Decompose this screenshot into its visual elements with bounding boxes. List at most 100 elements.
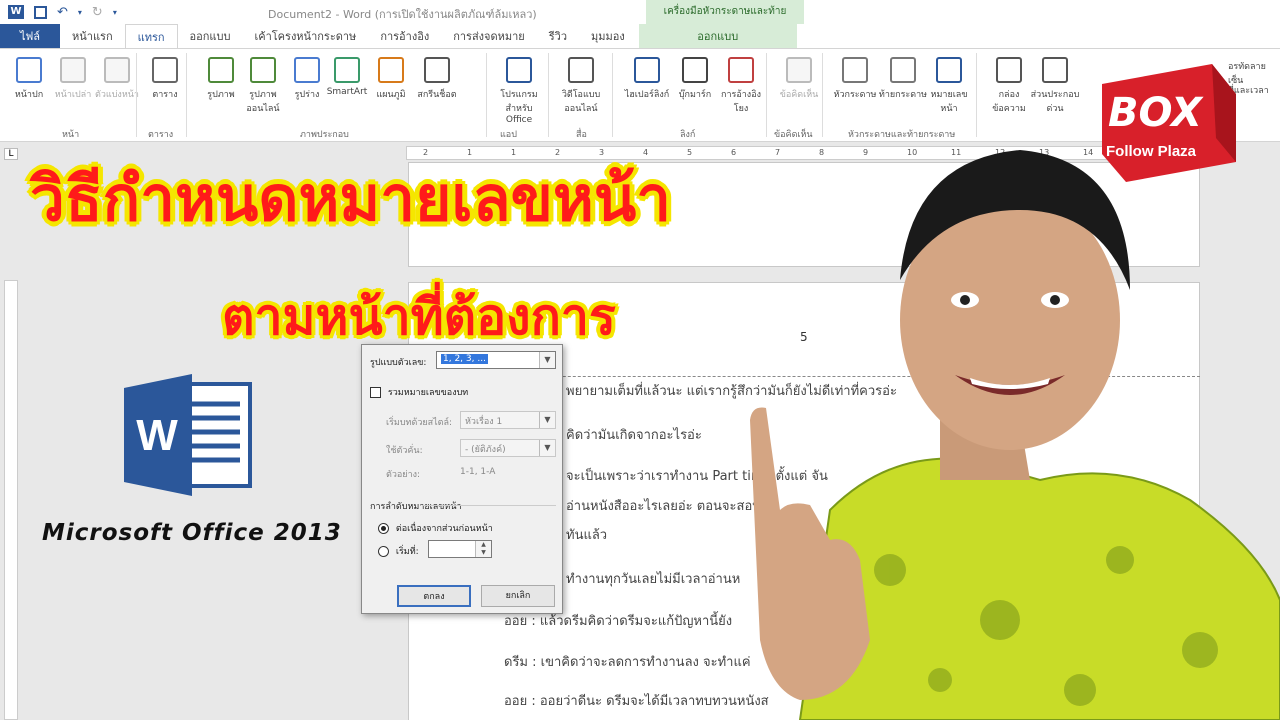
chapter-style-value: หัวเรื่อง 1 (465, 417, 503, 427)
title-bar: W ↶ ▾ ↻ ▾ Document2 - Word (การเปิดใช้งา… (0, 0, 1280, 41)
ribbon-button-header[interactable]: หัวกระดาษ (830, 49, 880, 101)
ribbon-button-blank-page[interactable]: หน้าเปล่า (48, 49, 98, 101)
cancel-button[interactable]: ยกเลิก (481, 585, 555, 607)
ribbon-button-online-picture[interactable]: รูปภาพออนไลน์ (238, 49, 288, 115)
chevron-down-icon[interactable]: ▼ (539, 352, 555, 368)
dropdown-icon[interactable]: ▾ (78, 8, 82, 17)
ribbon-button-label: บุ๊กมาร์ก (678, 90, 712, 100)
quick-access-toolbar: W ↶ ▾ ↻ ▾ (0, 5, 117, 20)
ribbon-button-cover-page[interactable]: หน้าปก (4, 49, 54, 101)
chevron-down-icon[interactable]: ▼ (539, 412, 555, 428)
ribbon-button-comment[interactable]: ข้อคิดเห็น (774, 49, 824, 101)
context-tab-header: เครื่องมือหัวกระดาษและท้ายกระดาษ (646, 0, 804, 41)
ribbon-button-office-apps[interactable]: โปรแกรมสำหรับ Office (494, 49, 544, 125)
ruler-tick-label: 5 (687, 148, 693, 157)
screenshot-icon (424, 57, 450, 83)
tab-references[interactable]: การอ้างอิง (368, 24, 441, 48)
ribbon-button-table[interactable]: ตาราง (140, 49, 190, 101)
ribbon-button-label: การอ้างอิงโยง (721, 90, 761, 114)
ribbon-button-label: ข้อคิดเห็น (779, 90, 819, 100)
document-text-line[interactable]: คิดว่ามันเกิดจากอะไรอ่ะ (566, 424, 702, 445)
ribbon-button-text-box[interactable]: กล่องข้อความ (984, 49, 1034, 115)
ribbon-button-chart[interactable]: แผนภูมิ (366, 49, 416, 101)
chapter-style-select[interactable]: หัวเรื่อง 1 ▼ (460, 411, 556, 429)
document-text-line[interactable]: ดรีม : เขาคิดว่าจะลดการทำงานลง จะทำแค่ (504, 651, 751, 672)
continue-label: ต่อเนื่องจากส่วนก่อนหน้า (395, 524, 493, 534)
page-number-format-dialog: รูปแบบตัวเลข: 1, 2, 3, ... ▼ รวมหมายเลขข… (361, 344, 563, 614)
start-at-spinner[interactable]: ▲ ▼ (428, 540, 492, 558)
continue-radio[interactable] (378, 523, 389, 534)
tab-home[interactable]: หน้าแรก (60, 24, 125, 48)
ribbon-button-quick-parts[interactable]: ส่วนประกอบด่วน (1030, 49, 1080, 115)
start-at-option[interactable]: เริ่มที่: (378, 544, 419, 558)
tab-view[interactable]: มุมมอง (579, 24, 637, 48)
document-text-line[interactable]: อ่านหนังสืออะไรเลยอ่ะ ตอนจะสอบ (566, 495, 761, 516)
tab-selector[interactable]: L (4, 148, 18, 160)
document-text-line[interactable]: ทำงานทุกวันเลยไม่มีเวลาอ่านห (566, 568, 740, 589)
vertical-ruler[interactable] (4, 280, 18, 720)
tab-header-footer-design[interactable]: ออกแบบ (638, 24, 797, 48)
include-chapter-label: รวมหมายเลขของบท (387, 388, 469, 398)
document-text-line[interactable]: ออย : ออยว่าดีนะ ดรีมจะได้มีเวลาทบทวนหนั… (504, 690, 769, 711)
customize-qat-icon[interactable]: ▾ (113, 8, 117, 17)
document-text-line[interactable]: ทันแล้ว (566, 524, 607, 545)
box-follow-plaza-logo: BOX Follow Plaza (1102, 64, 1236, 182)
section-divider (422, 505, 556, 506)
ribbon-button-hyperlink[interactable]: ไฮเปอร์ลิงก์ (622, 49, 672, 101)
follow-plaza-text: Follow Plaza (1106, 143, 1197, 160)
ribbon-group-label: สื่อ (576, 130, 587, 140)
ribbon-button-smartart[interactable]: SmartArt (322, 49, 372, 97)
save-icon[interactable] (34, 5, 47, 19)
ribbon-button-label: หน้าปก (14, 90, 44, 100)
ribbon-button-cross-reference[interactable]: การอ้างอิงโยง (716, 49, 766, 115)
ribbon-button-label: ส่วนประกอบด่วน (1030, 90, 1080, 114)
ribbon-button-label: กล่องข้อความ (992, 90, 1026, 114)
box-text: BOX (1108, 90, 1204, 136)
number-format-select[interactable]: 1, 2, 3, ... ▼ (436, 351, 556, 369)
cross-reference-icon (728, 57, 754, 83)
footer-icon (890, 57, 916, 83)
chevron-down-icon[interactable]: ▼ (539, 440, 555, 456)
ribbon-group-label: ลิงก์ (680, 130, 696, 140)
ribbon-separator (136, 53, 137, 137)
number-format-value: 1, 2, 3, ... (441, 354, 488, 364)
ribbon-button-label: หัวกระดาษ (833, 90, 877, 100)
separator-select[interactable]: - (ยัติภังค์) ▼ (460, 439, 556, 457)
word-app-icon[interactable]: W (8, 5, 24, 19)
tab-page-layout[interactable]: เค้าโครงหน้ากระดาษ (242, 24, 368, 48)
ribbon-button-label: รูปภาพออนไลน์ (246, 90, 280, 114)
page-break-icon (104, 57, 130, 83)
tab-file[interactable]: ไฟล์ (0, 24, 60, 48)
ribbon-button-page-number[interactable]: หมายเลขหน้า (924, 49, 974, 115)
tab-insert[interactable]: แทรก (124, 24, 178, 48)
ribbon-button-page-break[interactable]: ตัวแบ่งหน้า (92, 49, 142, 101)
separator-value: - (ยัติภังค์) (465, 445, 506, 455)
document-title: Document2 - Word (การเปิดใช้งานผลิตภัณฑ์… (268, 8, 537, 21)
redo-icon[interactable]: ↻ (92, 5, 103, 20)
svg-text:W: W (136, 411, 178, 460)
ok-button[interactable]: ตกลง (397, 585, 471, 607)
word-logo-icon: W (124, 374, 252, 496)
include-chapter-checkbox[interactable] (370, 387, 381, 398)
table-icon (152, 57, 178, 83)
include-chapter-option[interactable]: รวมหมายเลขของบท (370, 385, 468, 399)
ribbon-button-label: โปรแกรมสำหรับ Office (500, 90, 538, 125)
start-at-radio[interactable] (378, 546, 389, 557)
page-numbering-section-label: การลำดับหมายเลขหน้า (370, 502, 462, 512)
spinner-arrows-icon[interactable]: ▲ ▼ (475, 541, 491, 557)
undo-icon[interactable]: ↶ (57, 5, 68, 20)
continue-option[interactable]: ต่อเนื่องจากส่วนก่อนหน้า (378, 521, 493, 535)
tab-mailings[interactable]: การส่งจดหมาย (441, 24, 537, 48)
tab-design[interactable]: ออกแบบ (178, 24, 243, 48)
online-video-icon (568, 57, 594, 83)
page-number-icon (936, 57, 962, 83)
ribbon-button-online-video[interactable]: วิดีโอแบบออนไลน์ (556, 49, 606, 115)
tab-review[interactable]: รีวิว (537, 24, 579, 48)
chart-icon (378, 57, 404, 83)
ribbon-button-screenshot[interactable]: สกรีนช็อต (412, 49, 462, 101)
separator-label: ใช้ตัวคั่น: (386, 446, 423, 456)
quick-parts-icon (1042, 57, 1068, 83)
ribbon-button-bookmark[interactable]: บุ๊กมาร์ก (670, 49, 720, 101)
cover-page-icon (16, 57, 42, 83)
ribbon-button-footer[interactable]: ท้ายกระดาษ (878, 49, 928, 101)
